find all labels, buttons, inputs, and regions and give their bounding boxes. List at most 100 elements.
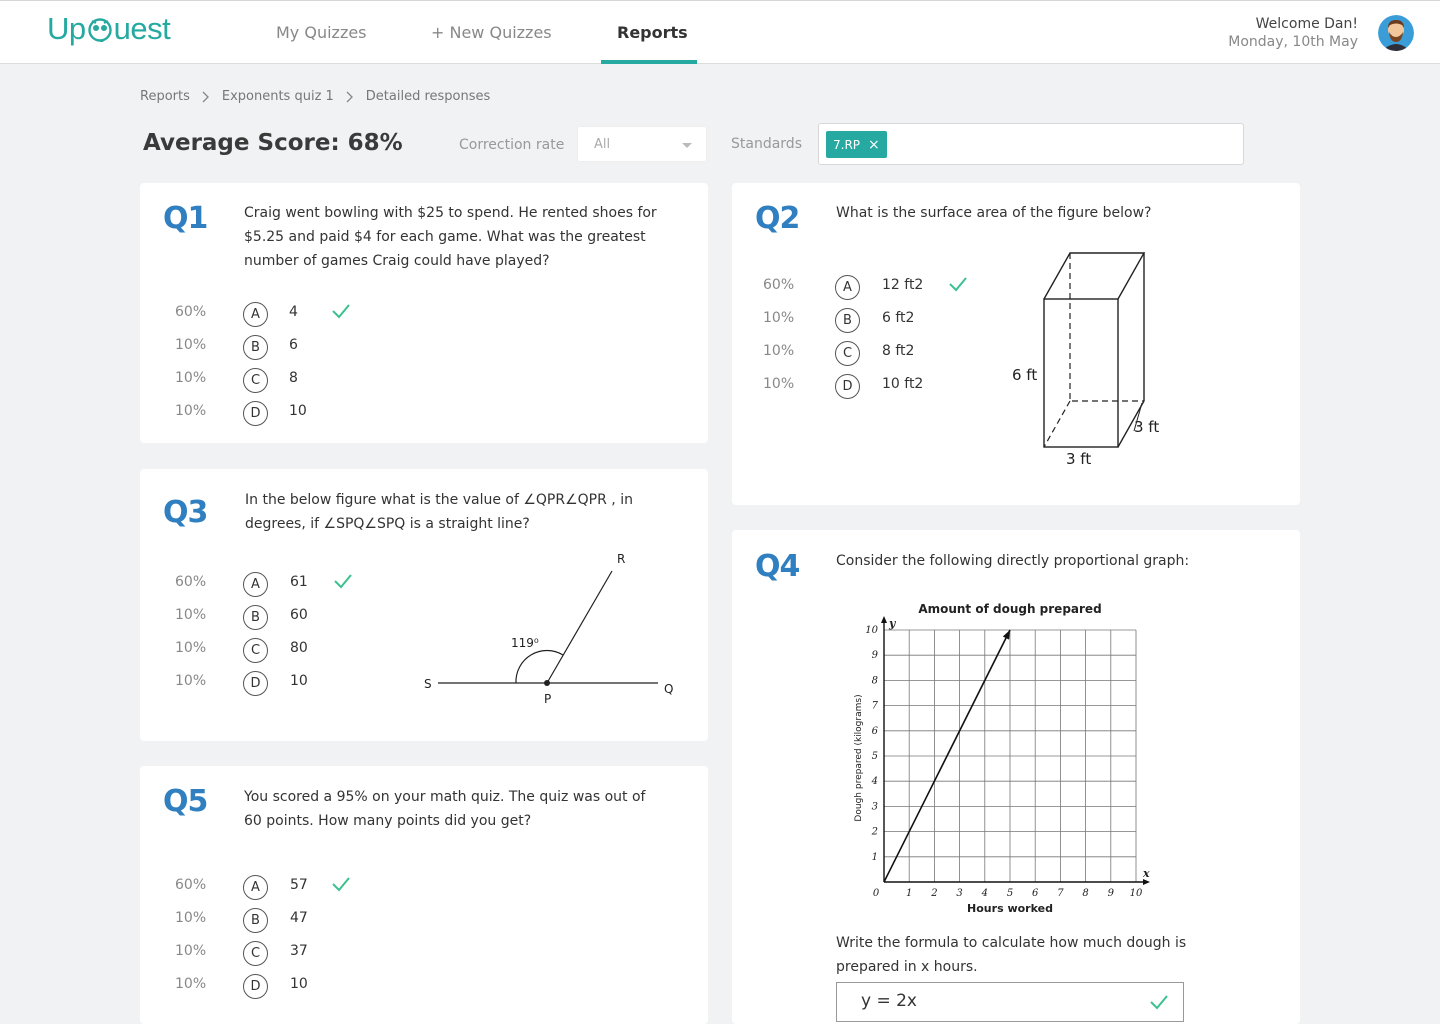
angle-label: 119⁰ — [511, 636, 539, 650]
formula-answer-field[interactable]: y = 2x — [836, 982, 1184, 1022]
width-label: 3 ft — [1066, 450, 1091, 468]
option-letter: D — [835, 373, 860, 399]
option-percent: 10% — [175, 943, 207, 959]
question-text: What is the surface area of the figure b… — [836, 205, 1152, 221]
option-percent: 10% — [763, 310, 795, 326]
y-axis-arrow — [881, 616, 887, 623]
average-score: Average Score: 68% — [143, 130, 403, 156]
option-percent: 60% — [175, 877, 207, 893]
check-icon — [332, 877, 350, 892]
option-percent: 10% — [175, 370, 207, 386]
option-percent: 10% — [175, 673, 207, 689]
question-card-q5: Q5 You scored a 95% on your math quiz. T… — [140, 766, 708, 1024]
question-text: You scored a 95% on your math quiz. The … — [244, 789, 646, 829]
option-letter: C — [243, 940, 268, 966]
option-letter: C — [243, 367, 268, 393]
option-value: 80 — [290, 640, 308, 656]
x-tick-label: 7 — [1057, 888, 1064, 899]
check-icon — [949, 277, 967, 292]
nav-new-quizzes[interactable]: + New Quizzes — [431, 23, 552, 42]
x-tick-label: 6 — [1032, 888, 1039, 899]
standards-label: Standards — [731, 136, 802, 152]
option-letter: A — [243, 301, 268, 327]
active-tab-indicator — [601, 60, 697, 64]
question-number: Q3 — [163, 495, 208, 530]
point-p-label: P — [544, 692, 551, 706]
option-percent: 10% — [175, 337, 207, 353]
breadcrumb-reports[interactable]: Reports — [140, 89, 190, 104]
question-text: Craig went bowling with $25 to spend. He… — [244, 205, 657, 269]
welcome-text: Welcome Dan! — [1255, 16, 1358, 32]
avatar[interactable] — [1378, 15, 1414, 51]
chart-y-label: Dough prepared (kilograms) — [854, 694, 864, 821]
upquest-logo[interactable]: Up uest — [47, 11, 171, 47]
chevron-right-icon — [202, 91, 209, 102]
question-card-q2: Q2 What is the surface area of the figur… — [732, 183, 1300, 505]
question-number: Q1 — [163, 201, 208, 236]
current-date: Monday, 10th May — [1228, 34, 1358, 50]
caret-down-icon — [682, 143, 692, 148]
x-tick-label: 2 — [930, 888, 937, 899]
standard-tag-label: 7.RP — [833, 137, 861, 152]
y-tick-label: 3 — [872, 801, 878, 812]
close-icon[interactable]: × — [868, 138, 880, 152]
y-tick-label: 6 — [872, 726, 879, 737]
option-letter: D — [243, 973, 268, 999]
check-icon — [332, 304, 350, 319]
question-number: Q2 — [755, 201, 800, 236]
angle-figure: R S P Q 119⁰ — [424, 552, 673, 706]
option-percent: 60% — [175, 574, 207, 590]
question-text-line: degrees, if ∠SPQ∠SPQ is a straight line? — [245, 516, 530, 532]
standards-input[interactable]: 7.RP × — [818, 123, 1244, 165]
nav-reports[interactable]: Reports — [617, 23, 688, 42]
option-letter: C — [835, 340, 860, 366]
option-value: 57 — [290, 877, 308, 893]
option-percent: 10% — [175, 607, 207, 623]
series-arrowhead — [1002, 630, 1010, 640]
option-letter: B — [243, 907, 268, 933]
option-value: 61 — [290, 574, 308, 590]
x-axis-letter: x — [1142, 867, 1150, 880]
x-tick-label: 4 — [981, 888, 988, 899]
correction-rate-select[interactable]: All — [577, 126, 707, 162]
breadcrumb-quiz[interactable]: Exponents quiz 1 — [222, 89, 334, 104]
option-value: 10 — [290, 673, 308, 689]
option-letter: A — [243, 571, 268, 597]
option-letter: A — [243, 874, 268, 900]
option-letter: B — [243, 334, 268, 360]
option-letter: D — [243, 670, 268, 696]
question-number: Q5 — [163, 784, 208, 819]
check-icon — [334, 574, 352, 589]
standard-tag: 7.RP × — [826, 131, 887, 158]
option-value: 47 — [290, 910, 308, 926]
prism-figure: 6 ft 3 ft 3 ft — [1012, 252, 1159, 468]
question-text: In the below figure what is the value of… — [245, 488, 685, 536]
logo-text-left: Up — [47, 11, 86, 46]
option-percent: 10% — [763, 376, 795, 392]
chart-grid — [884, 629, 1137, 882]
x-tick-label: 8 — [1082, 888, 1088, 899]
option-letter: D — [243, 400, 268, 426]
point-r-label: R — [617, 552, 625, 566]
option-value: 37 — [290, 943, 308, 959]
breadcrumb-detailed-responses: Detailed responses — [365, 89, 491, 104]
y-axis-letter: y — [888, 617, 897, 630]
height-label: 6 ft — [1012, 366, 1037, 384]
correction-rate-label: Correction rate — [459, 137, 565, 153]
owl-logo-icon — [87, 18, 112, 42]
user-greeting: Welcome Dan! Monday, 10th May — [1228, 15, 1358, 51]
nav-my-quizzes[interactable]: My Quizzes — [276, 23, 367, 42]
option-letter: B — [835, 307, 860, 333]
point-q-label: Q — [664, 682, 673, 696]
chart-x-label: Hours worked — [967, 902, 1053, 915]
question-number: Q4 — [755, 549, 800, 584]
y-tick-label: 7 — [872, 701, 879, 712]
top-bar: Up uest My Quizzes + New Quizzes Reports… — [0, 0, 1440, 64]
question-card-q3: Q3 In the below figure what is the value… — [140, 469, 708, 741]
y-tick-label: 2 — [871, 827, 878, 838]
option-value: 6 ft2 — [882, 310, 915, 326]
y-tick-label: 1 — [872, 852, 878, 863]
point-s-label: S — [424, 677, 432, 691]
question-text: Consider the following directly proporti… — [836, 553, 1190, 569]
chevron-right-icon — [346, 91, 353, 102]
